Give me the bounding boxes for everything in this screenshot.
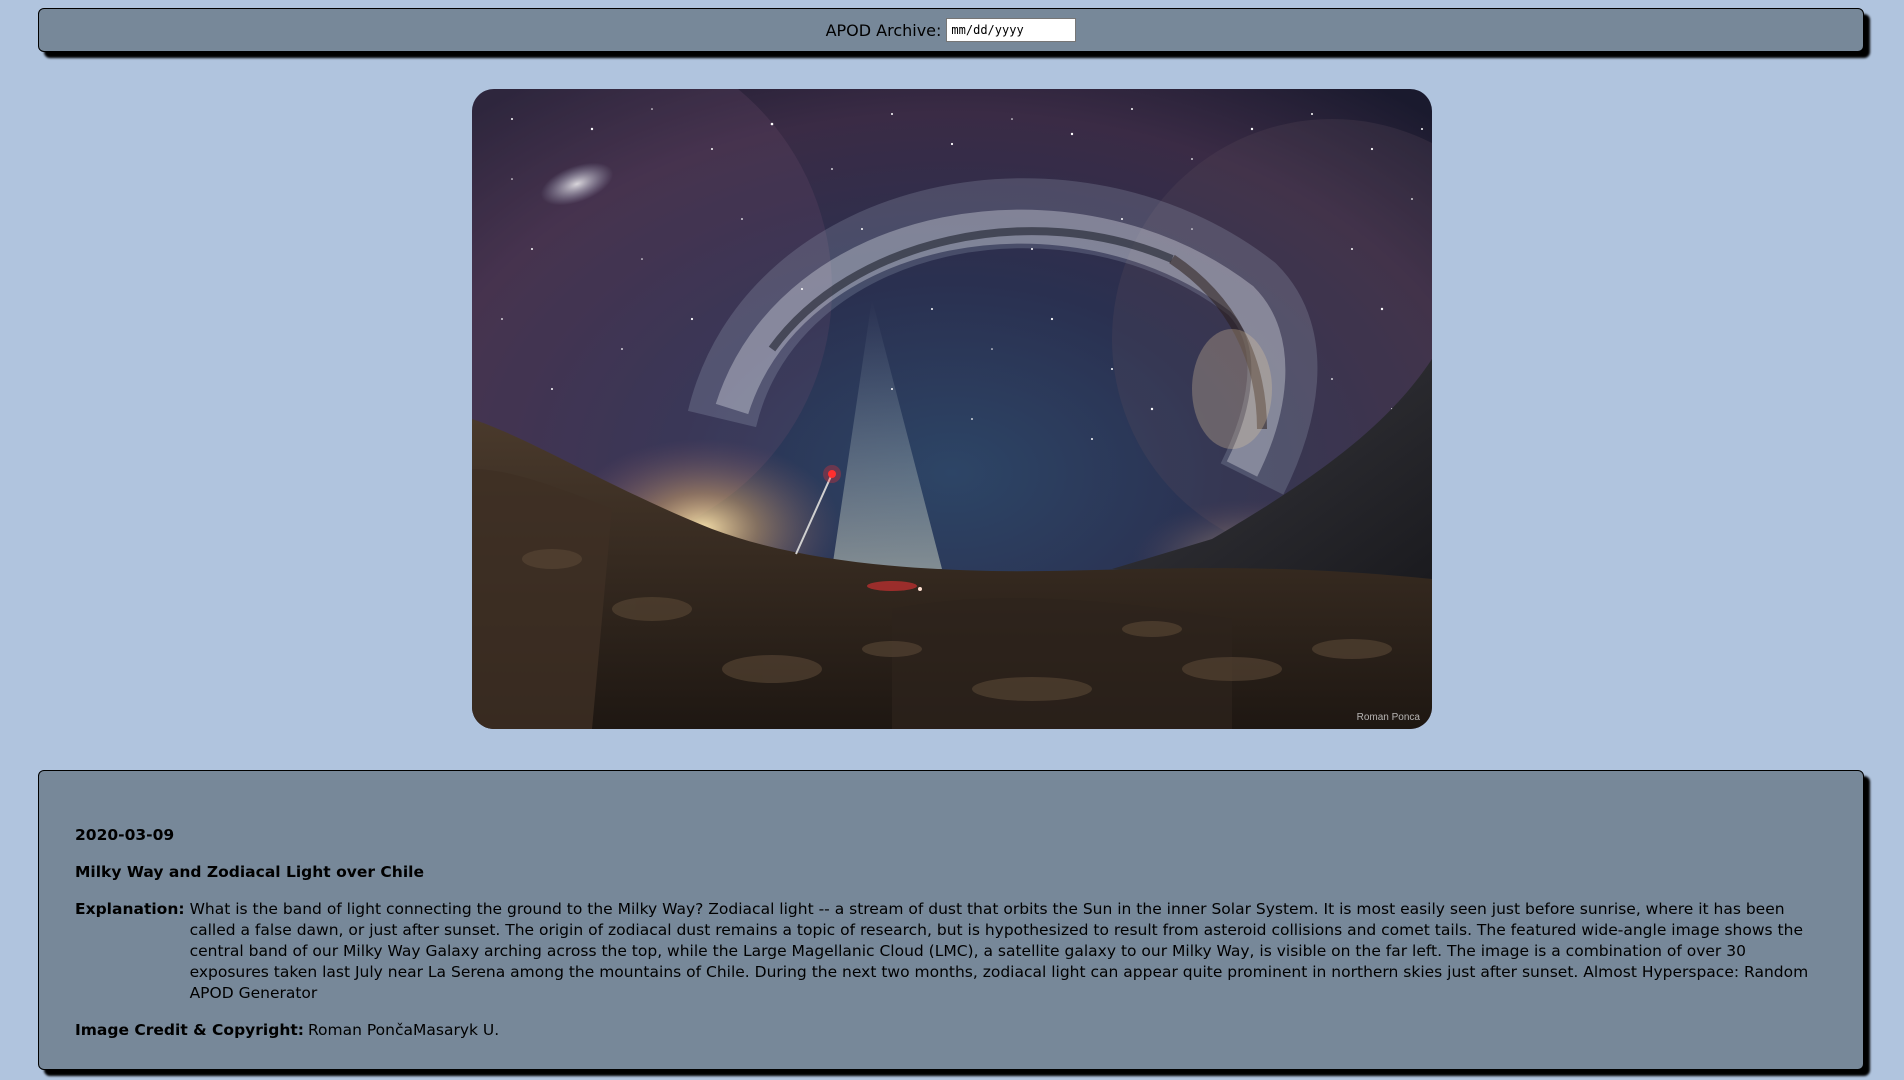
entry-date: 2020-03-09: [75, 826, 175, 844]
archive-date-input[interactable]: mm/dd/yyyy: [946, 18, 1077, 42]
credit-label: Image Credit & Copyright:: [75, 1021, 304, 1039]
entry-title: Milky Way and Zodiacal Light over Chile: [75, 863, 424, 881]
explanation: Explanation: What is the band of light c…: [75, 899, 1827, 1004]
archive-header: APOD Archive: mm/dd/yyyy: [38, 8, 1864, 52]
image-credit: Image Credit & Copyright: Roman PončaMasa…: [75, 1020, 1827, 1041]
archive-label: APOD Archive:: [825, 20, 942, 40]
explanation-text: What is the band of light connecting the…: [189, 900, 1809, 1002]
explanation-label: Explanation:: [75, 900, 185, 918]
image-watermark: Roman Ponca: [1356, 712, 1420, 723]
night-sky-photo: [472, 89, 1432, 729]
date-placeholder: mm/dd/yyyy: [951, 23, 1024, 37]
entry-panel: 2020-03-09 Milky Way and Zodiacal Light …: [38, 770, 1864, 1070]
apod-image[interactable]: Roman Ponca: [472, 89, 1432, 729]
credit-text: Roman PončaMasaryk U.: [307, 1021, 500, 1039]
